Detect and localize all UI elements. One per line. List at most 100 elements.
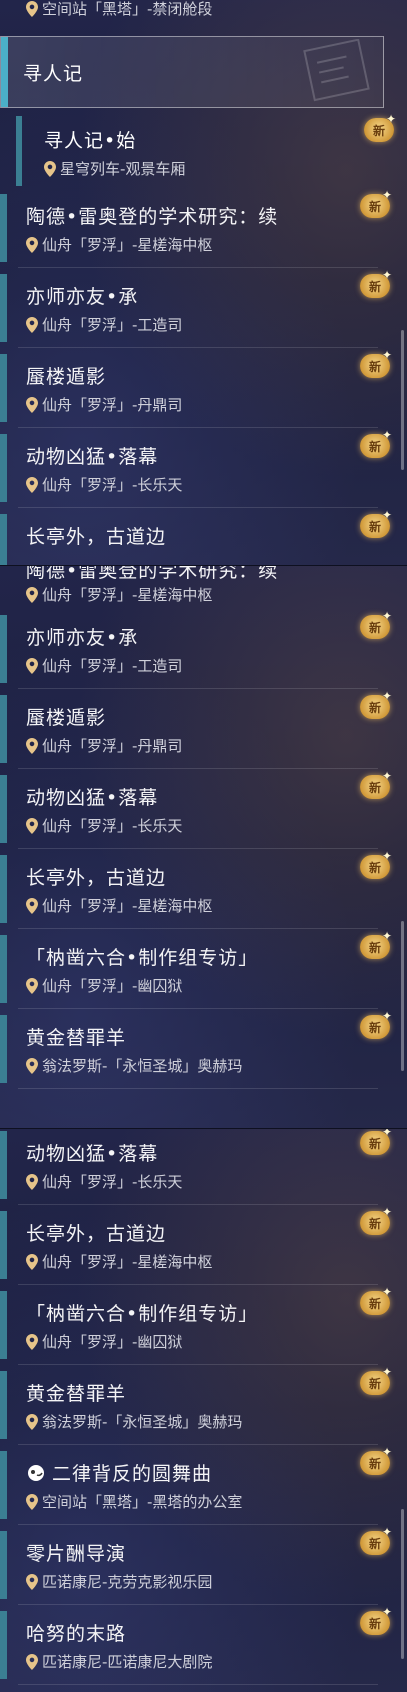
mission-item[interactable]: 「枘凿六合•制作组专访」 仙舟「罗浮」-幽囚狱新 ✦: [0, 929, 392, 1009]
row-divider: [18, 1684, 378, 1685]
mission-location: 仙舟「罗浮」-星槎海中枢: [26, 1251, 212, 1272]
mission-title: 动物凶猛•落幕: [26, 446, 159, 468]
item-accent-bar: [0, 855, 7, 923]
mission-item[interactable]: 零片酬导演 匹诺康尼-克劳克影视乐园新 ✦: [0, 1525, 392, 1605]
new-badge: 新 ✦: [360, 769, 396, 801]
mission-item[interactable]: 长亭外，古道边 仙舟「罗浮」-星槎海中枢新 ✦: [0, 1205, 392, 1285]
mission-item[interactable]: 黄金替罪羊 翁法罗斯-「永恒圣城」奥赫玛新 ✦: [0, 1365, 392, 1445]
item-accent-bar: [0, 695, 7, 763]
location-pin-icon: [26, 1253, 38, 1270]
mission-title: 黄金替罪羊: [26, 1027, 127, 1049]
mission-item[interactable]: 蜃楼遁影 仙舟「罗浮」-丹鼎司新 ✦: [0, 348, 392, 428]
new-badge: 新 ✦: [360, 1605, 396, 1637]
item-accent-bar: [0, 1611, 7, 1679]
location-pin-icon: [26, 977, 38, 994]
sparkle-icon: ✦: [382, 609, 393, 623]
mission-item[interactable]: 动物凶猛•落幕 仙舟「罗浮」-长乐天新 ✦: [0, 1129, 392, 1205]
mission-title: 动物凶猛•落幕: [26, 1143, 159, 1165]
new-badge: 新 ✦: [360, 609, 396, 641]
location-text: 仙舟「罗浮」-幽囚狱: [42, 1333, 183, 1351]
mission-item[interactable]: 黄金替罪羊 翁法罗斯-「永恒圣城」奥赫玛新 ✦: [0, 1009, 392, 1089]
mission-location: 仙舟「罗浮」-长乐天: [26, 1171, 182, 1192]
mission-title: 「枘凿六合•制作组专访」: [26, 1303, 259, 1325]
mission-item[interactable]: 长亭外，古道边新 ✦: [0, 508, 392, 565]
mission-location: 仙舟「罗浮」-长乐天: [26, 815, 182, 836]
location-pin-icon: [26, 1653, 38, 1670]
mission-title: 零片酬导演: [26, 1543, 127, 1565]
item-accent-bar: [0, 1131, 7, 1199]
mission-location: 仙舟「罗浮」-丹鼎司: [26, 394, 182, 415]
mission-item[interactable]: 亦师亦友•承 仙舟「罗浮」-工造司新 ✦: [0, 609, 392, 689]
sparkle-icon: ✦: [382, 1365, 393, 1379]
mission-item[interactable]: 「枘凿六合•制作组专访」 仙舟「罗浮」-幽囚狱新 ✦: [0, 1285, 392, 1365]
mission-item[interactable]: 长亭外，古道边 仙舟「罗浮」-星槎海中枢新 ✦: [0, 849, 392, 929]
herta-icon: [28, 1465, 44, 1481]
mission-title: 长亭外，古道边: [26, 867, 167, 889]
mission-title: 二律背反的圆舞曲: [26, 1459, 212, 1486]
mission-title: 哈努的末路: [26, 1623, 127, 1645]
mission-item[interactable]: 亦师亦友•承 仙舟「罗浮」-工造司新 ✦: [0, 268, 392, 348]
location-pin-icon: [26, 897, 38, 914]
mission-item[interactable]: 蜃楼遁影 仙舟「罗浮」-丹鼎司新 ✦: [0, 689, 392, 769]
new-badge: 新 ✦: [360, 929, 396, 961]
item-accent-bar: [0, 1291, 7, 1359]
sparkle-icon: ✦: [382, 268, 393, 282]
mission-location: 匹诺康尼-克劳克影视乐园: [26, 1571, 212, 1592]
new-badge: 新 ✦: [360, 689, 396, 721]
mission-location: 翁法罗斯-「永恒圣城」奥赫玛: [26, 1055, 242, 1076]
location-text: 仙舟「罗浮」-星槎海中枢: [42, 897, 213, 915]
scrollbar[interactable]: [401, 921, 404, 1071]
mission-location: 仙舟「罗浮」-丹鼎司: [26, 735, 182, 756]
new-badge: 新 ✦: [360, 1525, 396, 1557]
location-text: 星穹列车-观景车厢: [60, 160, 186, 178]
mission-list-panel-2: 陶德•雷奥登的学术研究：续 仙舟「罗浮」-星槎海中枢 亦师亦友•承 仙舟「罗浮」-…: [0, 565, 407, 1128]
sparkle-icon: ✦: [382, 1445, 393, 1459]
category-title: 寻人记: [23, 63, 84, 85]
location-text: 仙舟「罗浮」-丹鼎司: [42, 737, 183, 755]
scrollbar[interactable]: [401, 330, 404, 470]
location-text: 仙舟「罗浮」-长乐天: [42, 476, 183, 494]
mission-item[interactable]: 哈努的末路 匹诺康尼-匹诺康尼大剧院新 ✦: [0, 1605, 392, 1685]
mission-list-panel-1: 空间站「黑塔」-禁闭舱段 寻人记 寻人记•始 星穹列车-观景车厢 新 ✦ 陶德•雷…: [0, 0, 407, 565]
new-badge: 新 ✦: [360, 1285, 396, 1317]
new-badge: 新 ✦: [360, 1445, 396, 1477]
location-pin-icon: [44, 160, 56, 177]
item-accent-bar: [0, 1015, 7, 1083]
location-pin-icon: [26, 1333, 38, 1350]
new-badge: 新 ✦: [360, 348, 396, 380]
sparkle-icon: ✦: [382, 929, 393, 943]
location-pin-icon: [26, 396, 38, 413]
sparkle-icon: ✦: [382, 508, 393, 522]
mission-title: 蜃楼遁影: [26, 707, 107, 729]
location-text: 仙舟「罗浮」-星槎海中枢: [42, 236, 213, 254]
new-badge: 新 ✦: [360, 508, 396, 540]
item-accent-bar: [0, 274, 7, 342]
mission-item[interactable]: 动物凶猛•落幕 仙舟「罗浮」-长乐天新 ✦: [0, 769, 392, 849]
new-badge: 新 ✦: [360, 428, 396, 460]
location-text: 仙舟「罗浮」-工造司: [42, 316, 183, 334]
mission-item[interactable]: 二律背反的圆舞曲 空间站「黑塔」-黑塔的办公室新 ✦: [0, 1445, 392, 1525]
paper-decoration-icon: [303, 39, 370, 102]
location-text: 仙舟「罗浮」-丹鼎司: [42, 396, 183, 414]
item-accent-bar: [0, 1371, 7, 1439]
item-accent-bar: [0, 354, 7, 422]
new-badge: 新 ✦: [360, 268, 396, 300]
mission-item[interactable]: 陶德•雷奥登的学术研究：续 仙舟「罗浮」-星槎海中枢新 ✦: [0, 188, 392, 268]
mission-item[interactable]: 动物凶猛•落幕 仙舟「罗浮」-长乐天新 ✦: [0, 428, 392, 508]
location-pin-icon: [26, 316, 38, 333]
new-badge: 新 ✦: [360, 188, 396, 220]
location-text: 仙舟「罗浮」-幽囚狱: [42, 977, 183, 995]
location-pin-icon: [26, 1173, 38, 1190]
item-accent-bar: [0, 1211, 7, 1279]
scrollbar[interactable]: [401, 1509, 404, 1659]
sparkle-icon: ✦: [382, 849, 393, 863]
top-location: 空间站「黑塔」-禁闭舱段: [26, 0, 212, 19]
new-badge: 新 ✦: [360, 849, 396, 881]
sparkle-icon: ✦: [382, 188, 393, 202]
mission-item-xunrenji-shi[interactable]: 寻人记•始 星穹列车-观景车厢 新 ✦: [16, 112, 396, 190]
location-text: 匹诺康尼-克劳克影视乐园: [42, 1573, 213, 1591]
location-pin-icon: [26, 476, 38, 493]
mission-location: 仙舟「罗浮」-星槎海中枢: [26, 895, 212, 916]
category-header-xunrenji[interactable]: 寻人记: [0, 36, 384, 108]
sparkle-icon: ✦: [382, 1285, 393, 1299]
